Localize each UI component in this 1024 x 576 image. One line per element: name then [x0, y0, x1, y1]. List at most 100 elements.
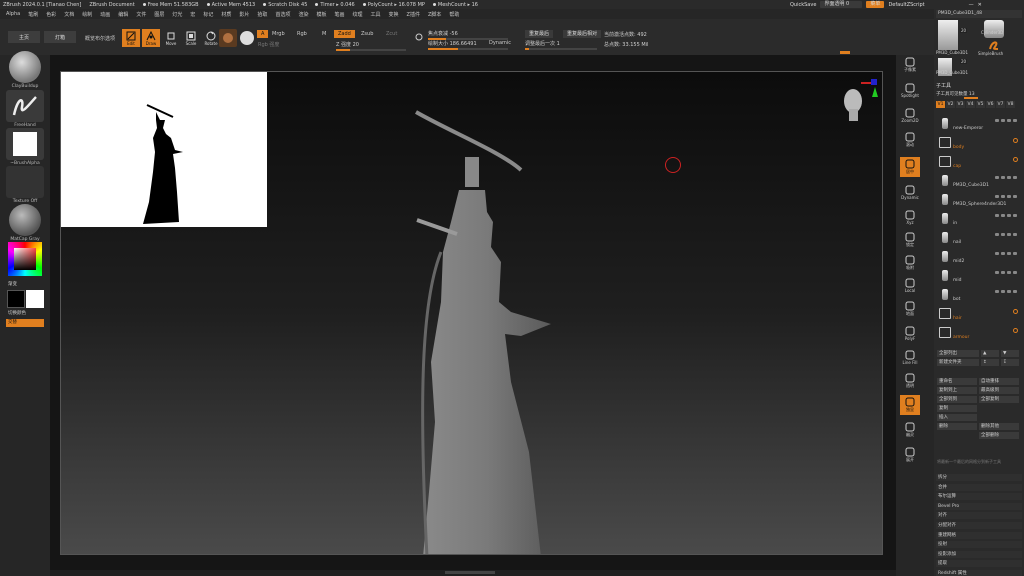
- eye-icon[interactable]: [995, 176, 999, 179]
- frame-icon[interactable]: 居中: [900, 157, 920, 177]
- eye-icon[interactable]: [1013, 119, 1017, 122]
- home-button[interactable]: 主页: [8, 31, 40, 43]
- submenu-header[interactable]: Bevel Pro: [936, 502, 1022, 510]
- ghost-icon[interactable]: 幽灵: [900, 420, 920, 440]
- gradient-label[interactable]: 渐变: [8, 281, 17, 287]
- subtool-item[interactable]: armour: [937, 326, 1021, 340]
- list-all-button[interactable]: 全部列出: [937, 350, 979, 357]
- edit-icon[interactable]: Edit: [122, 29, 140, 47]
- navigation-cube[interactable]: [839, 79, 879, 121]
- subtool-action-button[interactable]: 复制到上: [937, 387, 977, 394]
- lock-icon[interactable]: 锁定: [900, 230, 920, 250]
- subtool-action-button[interactable]: 删除: [937, 423, 977, 430]
- eye-icon[interactable]: [1001, 252, 1005, 255]
- m-toggle[interactable]: M: [322, 31, 326, 37]
- eye-icon[interactable]: [1001, 271, 1005, 274]
- alpha-selector[interactable]: ~BrushAlpha: [6, 128, 44, 166]
- folder-settings-icon[interactable]: [1013, 138, 1018, 143]
- submenu-header[interactable]: 对齐: [936, 512, 1022, 520]
- quick-tools-label[interactable]: 概览布尔选项: [85, 35, 115, 42]
- eye-icon[interactable]: [1001, 119, 1005, 122]
- eye-icon[interactable]: [1013, 233, 1017, 236]
- arrow-up-icon[interactable]: ▲: [981, 350, 999, 357]
- rotate-icon[interactable]: Rotate: [202, 29, 220, 47]
- stroke-selector[interactable]: FreeHand: [6, 90, 44, 128]
- eye-icon[interactable]: [1001, 176, 1005, 179]
- transparency-slider[interactable]: 界面透明 0: [820, 1, 863, 8]
- subtool-item[interactable]: hair: [937, 307, 1021, 321]
- menu-item[interactable]: 工具: [371, 11, 381, 18]
- subtool-title[interactable]: 子工具: [936, 82, 951, 89]
- subtool-item[interactable]: PM3D_Cube3D1: [937, 174, 1021, 188]
- mrgb-toggle[interactable]: Mrgb: [272, 31, 285, 37]
- xpose-icon[interactable]: 展开: [900, 445, 920, 465]
- dynamic-toggle[interactable]: Dynamic: [489, 40, 511, 46]
- focal-shift-slider[interactable]: 焦点衰减 -56: [428, 30, 508, 40]
- eye-icon[interactable]: [995, 119, 999, 122]
- eye-icon[interactable]: [1001, 290, 1005, 293]
- current-tool-name[interactable]: PM3D_Cube3D1_48: [936, 10, 1022, 18]
- arrow-down-icon[interactable]: ▼: [1001, 350, 1019, 357]
- floor-icon[interactable]: 地面: [900, 299, 920, 319]
- menu-item[interactable]: 文件: [136, 11, 146, 18]
- visibility-toggles[interactable]: [995, 271, 1017, 274]
- new-folder-button[interactable]: 新建文件夹: [937, 359, 979, 366]
- menu-item[interactable]: 拾取: [257, 11, 267, 18]
- subtool-master-icon[interactable]: 子像素: [900, 55, 920, 75]
- eye-icon[interactable]: [1013, 252, 1017, 255]
- subtool-action-button[interactable]: 插入: [937, 414, 977, 421]
- color-picker[interactable]: [6, 242, 44, 278]
- switch-color-button[interactable]: 切换颜色: [8, 310, 26, 316]
- simplebrush-icon[interactable]: [988, 39, 1000, 51]
- spotlight-icon[interactable]: Spotlight: [900, 80, 920, 100]
- local-icon[interactable]: Local: [900, 275, 920, 295]
- submenu-header[interactable]: 投射: [936, 541, 1022, 549]
- subtool-action-button[interactable]: 删除其他: [979, 423, 1019, 430]
- eye-icon[interactable]: [1007, 252, 1011, 255]
- menu-item[interactable]: 笔刷: [28, 11, 38, 18]
- eye-icon[interactable]: [1001, 214, 1005, 217]
- submenu-header[interactable]: 投影添加: [936, 550, 1022, 558]
- rgb-intensity-slider[interactable]: Rgb 强度: [258, 41, 279, 48]
- eye-icon[interactable]: [995, 252, 999, 255]
- zadd-toggle[interactable]: Zadd: [334, 30, 355, 38]
- move-down-icon[interactable]: ↧: [1001, 359, 1019, 366]
- eye-icon[interactable]: [1007, 119, 1011, 122]
- adjust-last-slider[interactable]: 调整最后一次 1: [525, 40, 597, 50]
- subtool-item[interactable]: nail: [937, 231, 1021, 245]
- version-tab[interactable]: V4: [966, 101, 975, 108]
- sculpt-model[interactable]: [401, 102, 601, 555]
- eye-icon[interactable]: [1013, 176, 1017, 179]
- scroll-icon[interactable]: 滚动: [900, 130, 920, 150]
- primary-color-swatch[interactable]: [26, 290, 44, 308]
- submenu-header[interactable]: 重建网格: [936, 531, 1022, 539]
- submenu-header[interactable]: 布尔运算: [936, 493, 1022, 501]
- secondary-color-swatch[interactable]: [7, 290, 25, 308]
- menus-button[interactable]: 菜单: [866, 1, 885, 8]
- version-tab[interactable]: V6: [986, 101, 995, 108]
- zoom2d-icon[interactable]: Zoom2D: [900, 105, 920, 125]
- document-canvas[interactable]: [60, 71, 883, 555]
- eye-icon[interactable]: [1001, 233, 1005, 236]
- eye-icon[interactable]: [1013, 290, 1017, 293]
- menu-item[interactable]: 灯光: [172, 11, 182, 18]
- script-label[interactable]: DefaultZScript: [888, 2, 924, 8]
- snap-icon[interactable]: 吸附: [900, 253, 920, 273]
- lightbox-button[interactable]: 灯箱: [44, 31, 76, 43]
- subtool-action-button[interactable]: 最高级到: [979, 387, 1019, 394]
- submenu-header[interactable]: 提取: [936, 560, 1022, 568]
- solo-icon[interactable]: 独显: [900, 395, 920, 415]
- move-icon[interactable]: Move: [162, 29, 180, 47]
- version-tab[interactable]: V7: [996, 101, 1005, 108]
- texture-selector[interactable]: Texture Off: [6, 166, 44, 204]
- zsub-toggle[interactable]: Zsub: [361, 31, 373, 37]
- visibility-toggles[interactable]: [995, 176, 1017, 179]
- submenu-header[interactable]: 分配对齐: [936, 522, 1022, 529]
- subtool-action-button[interactable]: 全部到到: [937, 396, 977, 403]
- visibility-toggles[interactable]: [995, 233, 1017, 236]
- menu-item[interactable]: 变换: [389, 11, 399, 18]
- menu-item[interactable]: 编辑: [118, 11, 128, 18]
- version-tab[interactable]: V8: [1006, 101, 1015, 108]
- eye-icon[interactable]: [1013, 271, 1017, 274]
- minimize-icon[interactable]: —: [969, 2, 974, 8]
